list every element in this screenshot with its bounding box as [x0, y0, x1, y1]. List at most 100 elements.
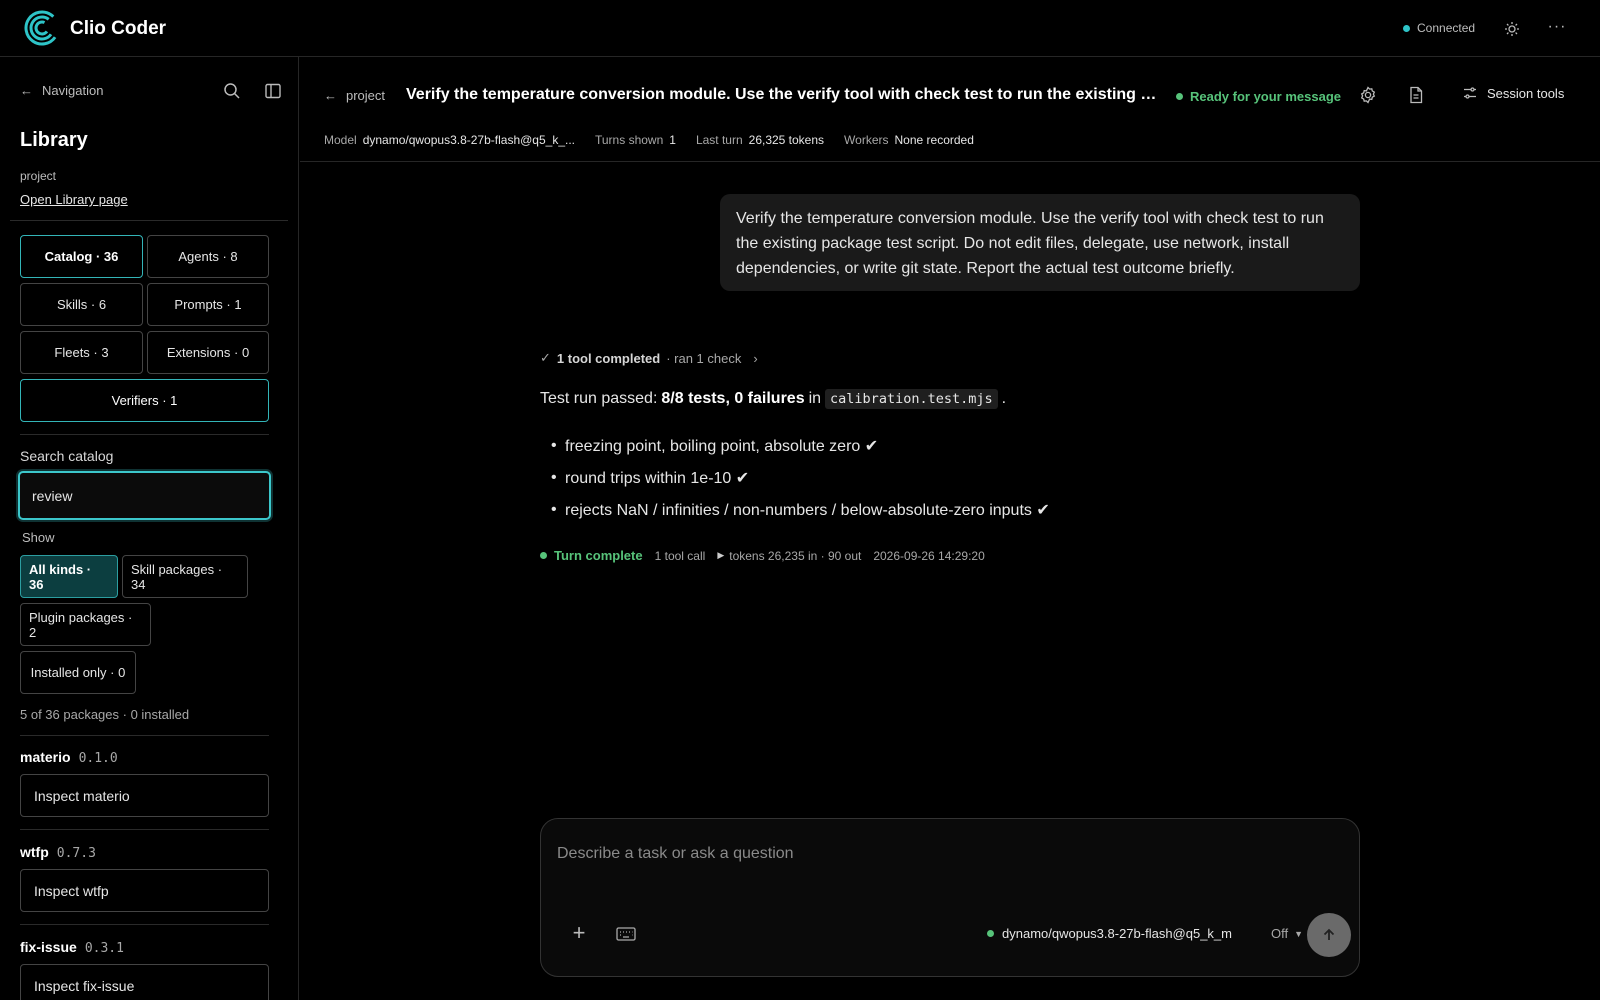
package-count: 5 of 36 packages · 0 installed: [20, 707, 190, 722]
filter-installed-only[interactable]: Installed only · 0: [20, 651, 136, 694]
more-options-button[interactable]: ···: [1545, 17, 1569, 41]
package-version: 0.3.1: [84, 941, 124, 956]
filter-all-kinds[interactable]: All kinds · 36: [20, 555, 118, 598]
breadcrumb[interactable]: ← project: [324, 88, 385, 103]
theme-toggle-button[interactable]: [1500, 17, 1524, 41]
mode-selector[interactable]: Off ▼: [1271, 926, 1303, 941]
chevron-right-icon: ›: [753, 350, 758, 366]
settings-icon[interactable]: [1358, 85, 1378, 105]
document-icon[interactable]: [1406, 85, 1426, 105]
top-bar: Clio Coder Connected ···: [0, 0, 1600, 57]
meta-last-turn: Last turn 26,325 tokens: [695, 133, 825, 147]
composer: + dynamo/qwopus3.8-27b-flash@q5_k_m Off …: [540, 818, 1360, 977]
tab-skills[interactable]: Skills · 6: [20, 283, 143, 326]
session-tools-label: Session tools: [1487, 85, 1565, 101]
sidebar-nav-row: ← Navigation: [20, 81, 283, 103]
sun-icon: [1505, 22, 1519, 36]
filter-plugin-packages[interactable]: Plugin packages · 2: [20, 603, 151, 646]
send-button[interactable]: [1307, 913, 1351, 957]
search-catalog-label: Search catalog: [20, 448, 114, 464]
navigation-label: Navigation: [42, 83, 104, 98]
list-item: rejects NaN / infinities / non-numbers /…: [565, 494, 1050, 526]
open-library-link[interactable]: Open Library page: [20, 192, 128, 207]
turn-calls: 1 tool call: [654, 548, 706, 563]
caret-down-icon: ▼: [1294, 928, 1304, 939]
divider: [20, 434, 269, 435]
model-label: dynamo/qwopus3.8-27b-flash@q5_k_m: [1002, 926, 1232, 941]
status-dot: [540, 552, 547, 559]
search-icon[interactable]: [222, 81, 242, 101]
library-title: Library: [20, 129, 88, 151]
answer-mid: in: [808, 390, 822, 407]
divider: [10, 220, 288, 221]
mode-label: Off: [1271, 926, 1289, 941]
connection-status: Connected: [1403, 21, 1475, 35]
session-tools-button[interactable]: Session tools: [1462, 85, 1564, 101]
panel-toggle-icon[interactable]: [263, 81, 283, 101]
ellipsis-icon: ···: [1547, 18, 1567, 35]
turn-tokens[interactable]: ▶ tokens 26,235 in · 90 out: [717, 549, 861, 563]
inspect-package-button[interactable]: Inspect wtfp: [20, 869, 269, 912]
arrow-up-icon: [1323, 928, 1335, 940]
inspect-package-button[interactable]: Inspect fix-issue: [20, 964, 269, 1000]
show-label: Show: [22, 530, 55, 545]
message-input[interactable]: [557, 845, 1337, 863]
turn-footer: Turn complete 1 tool call ▶ tokens 26,23…: [540, 548, 985, 563]
app-title: Clio Coder: [70, 18, 167, 39]
meta-workers: Workers None recorded: [844, 133, 974, 147]
package-version: 0.7.3: [56, 846, 96, 861]
tab-agents[interactable]: Agents · 8: [147, 235, 269, 278]
tool-summary[interactable]: ✓ 1 tool completed · ran 1 check ›: [540, 350, 758, 366]
divider: [20, 735, 269, 736]
status-dot: [987, 930, 994, 937]
add-attachment-button[interactable]: +: [567, 922, 591, 946]
status-dot: [1403, 24, 1410, 32]
tab-catalog[interactable]: Catalog · 36: [20, 235, 143, 278]
answer-file: calibration.test.mjs: [825, 389, 998, 409]
connection-label: Connected: [1417, 21, 1476, 35]
model-selector[interactable]: dynamo/qwopus3.8-27b-flash@q5_k_m: [987, 926, 1232, 941]
user-message: Verify the temperature conversion module…: [720, 194, 1360, 291]
answer-result: 8/8 tests, 0 failures: [661, 390, 805, 407]
search-catalog-input[interactable]: [18, 471, 271, 520]
turn-tokens-label: tokens 26,235 in · 90 out: [729, 548, 862, 563]
meta-turns: Turns shown 1: [595, 133, 676, 147]
turn-status-label: Turn complete: [554, 548, 643, 563]
breadcrumb-project: project: [346, 88, 386, 103]
main-panel: ← project Verify the temperature convers…: [300, 57, 1600, 1000]
caret-right-icon: ▶: [717, 550, 725, 560]
keyboard-icon[interactable]: [615, 924, 637, 944]
navigation-back-link[interactable]: ← Navigation: [20, 83, 103, 98]
inspect-package-button[interactable]: Inspect materio: [20, 774, 269, 817]
turn-status: Turn complete: [540, 548, 643, 563]
sidebar: ← Navigation Library project Open Librar…: [0, 57, 299, 1000]
session-status: Ready for your message: [1176, 89, 1341, 104]
divider: [20, 924, 269, 925]
arrow-left-icon: ←: [324, 88, 337, 103]
package-name: materio 0.1.0: [20, 749, 118, 766]
package-title: wtfp: [20, 844, 49, 860]
assistant-answer: Test run passed: 8/8 tests, 0 failures i…: [540, 389, 1006, 409]
meta-model: Model dynamo/qwopus3.8-27b-flash@q5_k_...: [324, 133, 575, 147]
turn-timestamp: 2026-09-26 14:29:20: [873, 548, 985, 563]
package-version: 0.1.0: [78, 751, 118, 766]
plus-icon: +: [572, 920, 586, 945]
session-status-label: Ready for your message: [1190, 89, 1342, 104]
answer-suffix: .: [1001, 390, 1007, 407]
divider: [300, 161, 1600, 162]
filter-skill-packages[interactable]: Skill packages · 34: [122, 555, 248, 598]
tool-summary-label: 1 tool completed: [556, 350, 661, 366]
library-project: project: [20, 169, 57, 183]
tab-fleets[interactable]: Fleets · 3: [20, 331, 143, 374]
tab-extensions[interactable]: Extensions · 0: [147, 331, 269, 374]
session-title: Verify the temperature conversion module…: [406, 86, 1166, 103]
session-meta: Model dynamo/qwopus3.8-27b-flash@q5_k_...…: [324, 133, 974, 147]
arrow-left-icon: ←: [20, 83, 33, 98]
package-title: fix-issue: [20, 939, 77, 955]
list-item: round trips within 1e-10 ✔: [565, 462, 1050, 494]
package-title: materio: [20, 749, 71, 765]
tab-verifiers[interactable]: Verifiers · 1: [20, 379, 269, 422]
tab-prompts[interactable]: Prompts · 1: [147, 283, 269, 326]
status-dot: [1176, 93, 1183, 100]
divider: [20, 829, 269, 830]
